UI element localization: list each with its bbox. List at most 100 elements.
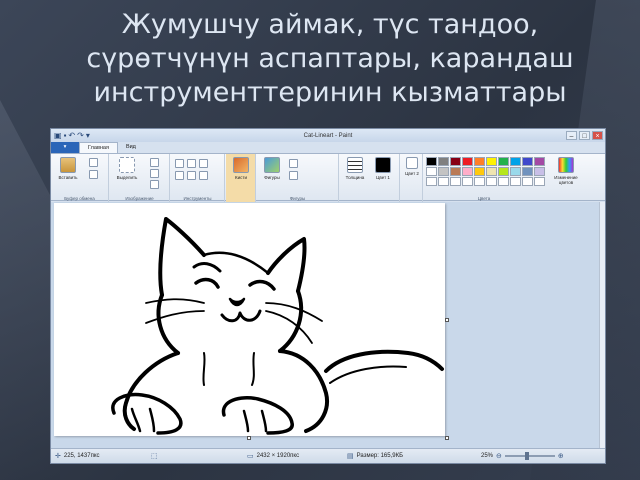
- palette-swatch[interactable]: [522, 177, 533, 186]
- pencil-icon[interactable]: [175, 159, 184, 168]
- palette-swatch[interactable]: [474, 157, 485, 166]
- selection-size-icon: ⬚: [151, 453, 158, 460]
- resize-icon[interactable]: [150, 169, 159, 178]
- palette-swatch[interactable]: [438, 177, 449, 186]
- file-size-icon: ▤: [347, 453, 354, 460]
- zoom-level: 25%: [481, 453, 494, 459]
- color1-swatch: [375, 157, 391, 173]
- palette-swatch[interactable]: [522, 167, 533, 176]
- group-colors: Цвета: [424, 154, 545, 202]
- color2-button[interactable]: Цвет 2: [401, 157, 423, 176]
- cursor-position-icon: ✛: [55, 453, 61, 460]
- palette-swatch[interactable]: [534, 167, 545, 176]
- select-button[interactable]: Выделить: [114, 157, 140, 180]
- ribbon: Вставить Буфер обмена Выделить Изображен…: [51, 153, 605, 202]
- palette-swatch[interactable]: [450, 157, 461, 166]
- palette-swatch[interactable]: [438, 157, 449, 166]
- palette-swatch[interactable]: [510, 167, 521, 176]
- rotate-icon[interactable]: [150, 180, 159, 189]
- palette-swatch[interactable]: [462, 167, 473, 176]
- palette-swatch[interactable]: [522, 157, 533, 166]
- eraser-icon[interactable]: [175, 171, 184, 180]
- paint-window: ▣ ▪ ↶ ↷ ▾ Cat-Lineart - Paint – □ × ▾ Гл…: [50, 128, 606, 464]
- drawing-canvas[interactable]: [54, 203, 445, 436]
- fill-icon[interactable]: [187, 159, 196, 168]
- color-picker-icon[interactable]: [187, 171, 196, 180]
- zoom-slider-knob[interactable]: [524, 452, 529, 460]
- zoom-control: 25% ⊖ ⊕: [481, 452, 564, 460]
- edit-colors-icon: [558, 157, 574, 173]
- palette-swatch[interactable]: [426, 167, 437, 176]
- palette-swatch[interactable]: [438, 167, 449, 176]
- group-clipboard: Вставить Буфер обмена: [51, 154, 109, 202]
- resize-handle-bottom[interactable]: [247, 436, 251, 440]
- group-tools: Инструменты: [171, 154, 225, 202]
- brushes-control: Кисти: [228, 157, 254, 180]
- palette-swatch[interactable]: [426, 157, 437, 166]
- color-palette: [426, 157, 545, 186]
- palette-swatch[interactable]: [462, 157, 473, 166]
- crop-icon[interactable]: [150, 158, 159, 167]
- palette-swatch[interactable]: [510, 177, 521, 186]
- copy-icon[interactable]: [89, 170, 98, 179]
- group-size-colors: Толщина Цвет 1: [340, 154, 400, 202]
- palette-swatch[interactable]: [474, 177, 485, 186]
- color2-swatch: [406, 157, 418, 169]
- file-size: ▤ Размер: 165,9КБ: [347, 453, 404, 460]
- vertical-scrollbar[interactable]: [599, 202, 605, 450]
- cut-icon[interactable]: [89, 158, 98, 167]
- tab-home[interactable]: Главная: [79, 142, 118, 153]
- selection-size: ⬚: [151, 452, 158, 460]
- palette-swatch[interactable]: [450, 177, 461, 186]
- workspace[interactable]: [51, 202, 605, 450]
- cat-lineart-drawing: [111, 217, 444, 435]
- palette-swatch[interactable]: [426, 177, 437, 186]
- slide-title: Жумушчу аймак, түс тандоо, сүрөтчүнүн ас…: [86, 9, 574, 108]
- palette-swatch[interactable]: [462, 177, 473, 186]
- zoom-slider[interactable]: [504, 452, 555, 460]
- palette-swatch[interactable]: [474, 167, 485, 176]
- image-size-icon: ▭: [247, 453, 254, 460]
- image-size: ▭ 2432 × 1920пкс: [247, 453, 300, 460]
- group-image: Выделить Изображение: [110, 154, 170, 202]
- brush-icon: [233, 157, 249, 173]
- edit-colors-button[interactable]: Изменение цветов: [551, 157, 581, 185]
- thickness-button[interactable]: Толщина: [342, 157, 368, 180]
- window-title: Cat-Lineart - Paint: [303, 132, 353, 139]
- select-icon: [119, 157, 135, 173]
- palette-swatch[interactable]: [534, 177, 545, 186]
- shapes-button[interactable]: Фигуры: [259, 157, 285, 180]
- palette-swatch[interactable]: [534, 157, 545, 166]
- paste-button[interactable]: Вставить: [55, 157, 81, 180]
- palette-swatch[interactable]: [486, 177, 497, 186]
- zoom-out-button[interactable]: ⊖: [496, 452, 502, 460]
- color1-button[interactable]: Цвет 1: [370, 157, 396, 180]
- resize-handle-right[interactable]: [445, 318, 449, 322]
- group-shapes: Фигуры Фигуры: [257, 154, 339, 202]
- edit-colors-group: Изменение цветов: [545, 154, 585, 202]
- brushes-button[interactable]: Кисти: [226, 154, 256, 202]
- tab-view[interactable]: Вид: [118, 142, 144, 153]
- text-icon[interactable]: [199, 159, 208, 168]
- title-bar: ▣ ▪ ↶ ↷ ▾ Cat-Lineart - Paint – □ ×: [51, 129, 605, 142]
- status-bar: ✛ 225, 1437пкс ⬚ ▭ 2432 × 1920пкс ▤ Разм…: [51, 448, 605, 463]
- magnifier-icon[interactable]: [199, 171, 208, 180]
- resize-handle-corner[interactable]: [445, 436, 449, 440]
- ribbon-tabs: ▾ Главная Вид: [51, 142, 605, 153]
- palette-swatch[interactable]: [510, 157, 521, 166]
- paste-icon: [60, 157, 76, 173]
- palette-swatch[interactable]: [450, 167, 461, 176]
- palette-swatch[interactable]: [498, 167, 509, 176]
- cursor-position: ✛ 225, 1437пкс: [55, 453, 100, 460]
- palette-swatch[interactable]: [498, 177, 509, 186]
- thickness-icon: [347, 157, 363, 173]
- shapes-icon: [264, 157, 280, 173]
- outline-icon[interactable]: [289, 159, 298, 168]
- palette-swatch[interactable]: [486, 167, 497, 176]
- color2-group: Цвет 2: [401, 154, 423, 202]
- palette-swatch[interactable]: [498, 157, 509, 166]
- fill-shape-icon[interactable]: [289, 171, 298, 180]
- palette-swatch[interactable]: [486, 157, 497, 166]
- zoom-in-button[interactable]: ⊕: [558, 452, 564, 460]
- file-menu-button[interactable]: ▾: [51, 142, 79, 153]
